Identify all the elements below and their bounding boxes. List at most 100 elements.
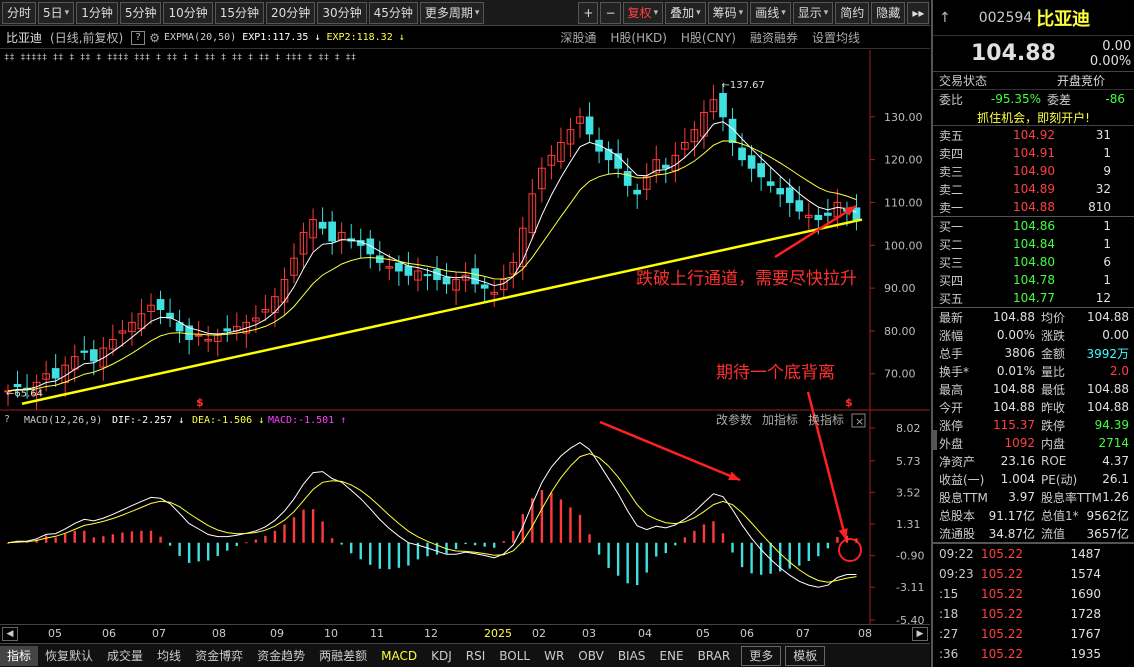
order-label: 卖三 xyxy=(939,164,964,179)
indicator-tab[interactable]: 两融差额 xyxy=(312,646,374,666)
period-button[interactable]: 45分钟 xyxy=(368,1,418,24)
macd-close-glyph: × xyxy=(855,415,864,428)
weicha-label: 委差 xyxy=(1047,92,1072,107)
indicator-tab[interactable]: 指标 xyxy=(0,645,39,666)
indicator-tab[interactable]: BOLL xyxy=(492,646,537,666)
macd-tick-label: 1.31 xyxy=(896,518,921,531)
period-button[interactable]: 5日 ▾ xyxy=(38,1,75,24)
period-button[interactable]: 5分钟 xyxy=(119,1,162,24)
panel-toggle[interactable] xyxy=(931,430,937,450)
macd-bar xyxy=(588,534,591,543)
order-row[interactable]: 卖四 104.91 1 xyxy=(933,144,1134,162)
macd-tick-label: -3.11 xyxy=(896,581,924,594)
macd-bar xyxy=(216,542,219,556)
macd-help-icon[interactable]: ? xyxy=(4,414,10,425)
info-link[interactable]: H股(HKD) xyxy=(610,29,667,46)
adjust-mode[interactable]: (日线,前复权) xyxy=(50,29,123,46)
indicator-tab[interactable]: BIAS xyxy=(611,646,653,666)
candle-body xyxy=(757,163,765,178)
toolbar-button[interactable]: 叠加 ▾ xyxy=(665,1,706,24)
month-labels: 05 06 07 08 09 10 11 12 2025 02 03 04 05 06 07 08 xyxy=(20,625,910,643)
indicator-tab[interactable]: 资金博弈 xyxy=(188,646,250,666)
period-button[interactable]: 更多周期 ▾ xyxy=(419,1,485,24)
month-label: 05 xyxy=(48,626,62,640)
period-button[interactable]: 20分钟 xyxy=(266,1,316,24)
order-row[interactable]: 买三 104.80 6 xyxy=(933,253,1134,271)
order-label: 买一 xyxy=(939,219,964,234)
macd-link[interactable]: 加指标 xyxy=(762,412,798,427)
candle-body xyxy=(318,221,327,229)
macd-link[interactable]: 改参数 xyxy=(716,412,752,427)
month-label: 04 xyxy=(638,626,652,640)
order-row[interactable]: 买二 104.84 1 xyxy=(933,235,1134,253)
caret-down-icon: ▾ xyxy=(653,7,659,18)
toolbar-button[interactable]: 画线 ▾ xyxy=(750,1,791,24)
period-button[interactable]: 15分钟 xyxy=(214,1,265,24)
indicator-tab[interactable]: WR xyxy=(537,646,571,666)
trade-volume: 1487 xyxy=(1070,547,1101,561)
order-row[interactable]: 买四 104.78 1 xyxy=(933,271,1134,289)
indicator-tab[interactable]: 更多 xyxy=(741,645,782,666)
info-link[interactable]: 融资融券 xyxy=(750,29,798,46)
macd-bar xyxy=(798,542,801,566)
promo-link[interactable]: 抓住机会，即刻开户! xyxy=(933,108,1134,126)
toolbar-button[interactable]: − xyxy=(600,1,621,24)
indicator-tab[interactable]: 成交量 xyxy=(100,646,150,666)
indicator-tab[interactable]: ENE xyxy=(652,646,690,666)
trade-row: :18 105.22 1728 xyxy=(933,604,1134,624)
toolbar-button[interactable]: + xyxy=(578,1,599,24)
indicator-tab[interactable]: 均线 xyxy=(150,646,188,666)
period-button[interactable]: 1分钟 xyxy=(76,1,118,24)
indicator-tab[interactable]: RSI xyxy=(459,646,493,666)
gear-icon[interactable]: ⚙ xyxy=(149,31,160,45)
info-link[interactable]: 深股通 xyxy=(560,29,596,46)
order-row[interactable]: 卖五 104.92 31 xyxy=(933,126,1134,144)
arrow-to-macd-peak xyxy=(599,420,741,482)
macd-bar xyxy=(712,521,715,543)
toolbar-button[interactable]: 筹码 ▾ xyxy=(707,1,749,24)
toolbar-button[interactable]: 简约 xyxy=(835,1,870,24)
period-button[interactable]: 10分钟 xyxy=(163,1,213,24)
scroll-left-icon[interactable]: ◀ xyxy=(2,626,18,641)
indicator-tab[interactable]: OBV xyxy=(571,646,611,666)
price-tick-label: 90.00 xyxy=(884,282,916,295)
time-axis: ◀ 05 06 07 08 09 10 11 12 2025 02 03 04 05 06 07 08 ▶ xyxy=(0,624,930,642)
help-icon[interactable]: ? xyxy=(131,30,146,45)
indicator-tab[interactable]: BRAR xyxy=(691,646,738,666)
stat-value: 1.26 xyxy=(1102,490,1129,504)
macd-bar xyxy=(788,542,791,569)
period-button[interactable]: 分时 xyxy=(2,1,37,24)
indicator-tab[interactable]: 模板 xyxy=(785,645,826,666)
toolbar-button[interactable]: 显示 ▾ xyxy=(792,1,834,24)
indicator-tab[interactable]: MACD xyxy=(374,646,424,666)
info-link[interactable]: 设置均线 xyxy=(812,29,860,46)
indicator-tab[interactable]: 资金趋势 xyxy=(250,646,312,666)
candle-body xyxy=(51,368,60,379)
period-button[interactable]: 30分钟 xyxy=(317,1,367,24)
toolbar-button[interactable]: 隐藏 xyxy=(871,1,906,24)
macd-bar xyxy=(493,542,496,548)
stat-label: 换手* xyxy=(939,364,970,379)
candle-body xyxy=(795,200,804,212)
indicator-tab[interactable]: 恢复默认 xyxy=(38,646,100,666)
stat-value: 0.00 xyxy=(1102,328,1129,342)
order-row[interactable]: 卖二 104.89 32 xyxy=(933,180,1134,198)
order-row[interactable]: 买一 104.86 1 xyxy=(933,217,1134,235)
macd-bar xyxy=(302,509,305,543)
order-row[interactable]: 卖三 104.90 9 xyxy=(933,162,1134,180)
quote-panel: ↑ 002594 比亚迪 104.88 0.00 0.00% 交易状态 开盘竞价… xyxy=(931,0,1134,667)
scroll-right-icon[interactable]: ▶ xyxy=(912,626,928,641)
toolbar-button[interactable]: ▸▸ xyxy=(907,1,930,24)
order-row[interactable]: 卖一 104.88 810 xyxy=(933,198,1134,216)
indicator-tab[interactable]: KDJ xyxy=(424,646,459,666)
trade-price: 105.22 xyxy=(981,567,1023,581)
stat-row: 总手 3806 金额 3992万 xyxy=(933,344,1134,362)
stat-label: 内盘 xyxy=(1041,436,1066,451)
info-link[interactable]: H股(CNY) xyxy=(681,29,736,46)
order-row[interactable]: 买五 104.77 12 xyxy=(933,289,1134,307)
expand-up-icon[interactable]: ↑ xyxy=(939,10,951,26)
month-label: 03 xyxy=(582,626,596,640)
macd-link[interactable]: 换指标 xyxy=(808,412,844,427)
toolbar-button[interactable]: 复权 ▾ xyxy=(622,1,664,24)
kline-chart[interactable]: ‡‡ ‡‡‡‡‡ ‡‡ ‡ ‡‡ ‡ ‡‡‡‡ ‡‡‡ ‡ ‡‡ ‡ ‡ ‡‡ … xyxy=(0,50,930,625)
